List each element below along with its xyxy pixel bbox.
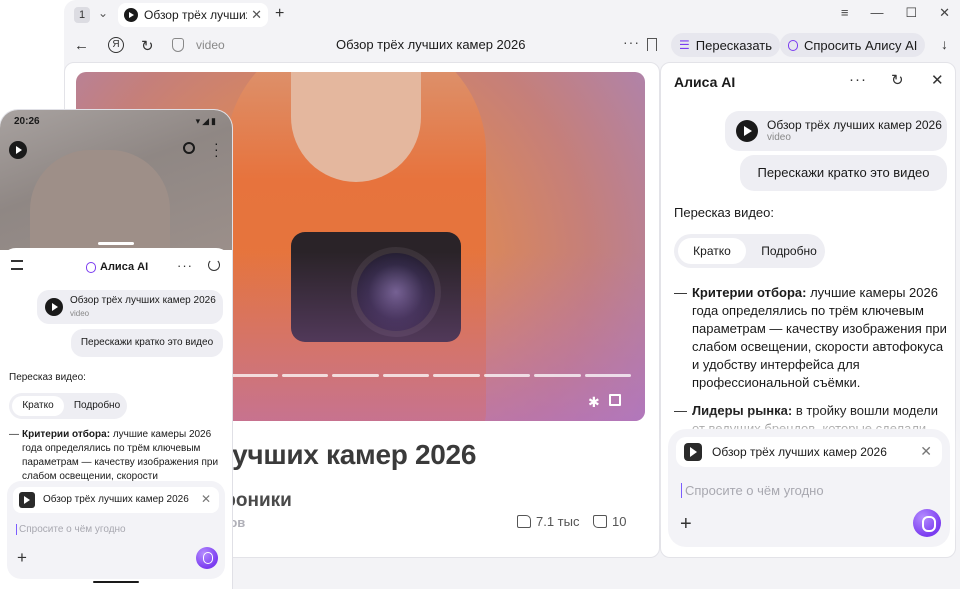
alice-icon xyxy=(788,39,798,51)
tab-detailed[interactable]: Подробно xyxy=(757,238,821,264)
retell-button[interactable]: ☰ Пересказать xyxy=(671,33,780,57)
more-icon[interactable]: ··· xyxy=(849,71,867,88)
phone-time: 20:26 xyxy=(14,116,40,127)
tab-active[interactable]: Обзор трёх лучших к ✕ xyxy=(118,3,268,27)
phone-user-message: Перескажи кратко это видео xyxy=(71,329,223,357)
phone-video[interactable] xyxy=(0,110,232,260)
alice-composer: Обзор трёх лучших камер 2026 ✕ Спросите … xyxy=(668,429,950,547)
close-window-icon[interactable]: ✕ xyxy=(939,5,950,21)
attached-video-title: Обзор трёх лучших камер 2026 xyxy=(712,445,887,459)
tab-count-badge[interactable]: 1 xyxy=(74,7,90,23)
minimize-icon[interactable]: — xyxy=(870,5,883,21)
play-icon xyxy=(684,443,702,461)
ask-alice-label: Спросить Алису AI xyxy=(804,37,918,53)
sheet-handle[interactable] xyxy=(98,242,134,245)
retell-icon: ☰ xyxy=(679,38,690,52)
yandex-icon[interactable]: Я xyxy=(108,37,124,53)
phone-home-indicator xyxy=(93,581,139,583)
tab-short[interactable]: Кратко xyxy=(12,396,64,416)
alice-panel: Алиса AI ··· ↻ ✕ Обзор трёх лучших камер… xyxy=(660,62,956,558)
address-bar: ← Я ↻ video Обзор трёх лучших камер 2026… xyxy=(64,30,960,60)
phone-summary-toggle: Кратко Подробно xyxy=(9,393,127,419)
refresh-icon[interactable]: ↻ xyxy=(891,71,904,89)
attached-video-chip[interactable]: Обзор трёх лучших камер 2026 ✕ xyxy=(13,487,219,513)
close-icon[interactable]: ✕ xyxy=(251,7,262,23)
plus-icon[interactable]: + xyxy=(680,513,692,536)
prompt-input[interactable]: Спросите о чём угодно xyxy=(681,483,824,498)
refresh-icon[interactable] xyxy=(208,259,220,271)
play-icon xyxy=(124,8,138,22)
plus-icon[interactable]: + xyxy=(17,548,27,568)
tab-bar: 1 ⌄ Обзор трёх лучших к ✕ + ≡ — ☐ ✕ xyxy=(64,0,960,30)
bookmark-icon[interactable] xyxy=(647,38,657,51)
phone-alice-title: Алиса AI xyxy=(86,261,148,273)
reload-icon[interactable]: ↻ xyxy=(141,37,154,55)
retell-label: Пересказать xyxy=(695,37,772,53)
answer-heading: Пересказ видео: xyxy=(674,205,774,220)
phone-composer: Обзор трёх лучших камер 2026 ✕ Спросите … xyxy=(7,481,225,579)
search-icon[interactable] xyxy=(183,142,195,154)
menu-icon[interactable] xyxy=(11,260,23,270)
menu-icon[interactable]: ≡ xyxy=(841,5,849,21)
ask-alice-button[interactable]: Спросить Алису AI xyxy=(780,33,926,57)
tab-title: Обзор трёх лучших к xyxy=(144,8,247,22)
user-message: Перескажи кратко это видео xyxy=(740,155,947,191)
more-icon[interactable]: ··· xyxy=(623,34,640,50)
alice-icon xyxy=(86,261,96,273)
play-icon xyxy=(19,492,35,508)
tab-detailed[interactable]: Подробно xyxy=(71,396,123,416)
video-card-sub: video xyxy=(767,132,791,143)
window-controls: ≡ — ☐ ✕ xyxy=(841,5,950,21)
more-vertical-icon[interactable]: · · · xyxy=(214,136,219,162)
phone-video-card[interactable]: Обзор трёх лучших камер 2026 video xyxy=(37,290,223,324)
chevron-down-icon[interactable]: ⌄ xyxy=(98,6,108,20)
maximize-icon[interactable]: ☐ xyxy=(905,5,917,21)
play-icon xyxy=(45,298,63,316)
alice-voice-button[interactable] xyxy=(913,509,941,537)
close-icon[interactable]: ✕ xyxy=(931,71,944,89)
attached-video-chip[interactable]: Обзор трёх лучших камер 2026 ✕ xyxy=(676,437,942,467)
url-text[interactable]: video xyxy=(196,38,225,52)
dislike-button[interactable]: 10 xyxy=(593,514,626,529)
thumb-up-icon xyxy=(517,515,531,528)
like-count: 7.1 тыс xyxy=(536,514,580,529)
summary-mode-toggle: Кратко Подробно xyxy=(674,234,825,268)
fullscreen-icon[interactable] xyxy=(609,394,621,406)
video-card-title: Обзор трёх лучших камер 2026 xyxy=(767,118,942,132)
settings-icon[interactable]: ✱ xyxy=(588,394,600,411)
close-icon[interactable]: ✕ xyxy=(920,443,932,460)
phone-summary-bullet: — Критерии отбора: лучшие камеры 2026 год… xyxy=(9,429,219,482)
shield-icon[interactable] xyxy=(172,38,184,52)
thumb-down-icon xyxy=(593,515,607,528)
alice-voice-button[interactable] xyxy=(196,547,218,569)
dislike-count: 10 xyxy=(612,514,627,529)
like-button[interactable]: 7.1 тыс xyxy=(517,514,579,529)
alice-title: Алиса AI xyxy=(674,74,736,90)
summary-bullet: — Критерии отбора: лучшие камеры 2026 год… xyxy=(674,285,947,390)
phone-prompt-input[interactable]: Спросите о чём угодно xyxy=(16,524,126,535)
phone-answer-heading: Пересказ видео: xyxy=(9,372,86,383)
page-title: Обзор трёх лучших камер 2026 xyxy=(336,37,526,52)
tab-short[interactable]: Кратко xyxy=(678,238,746,264)
phone-alice-sheet: Алиса AI ··· Обзор трёх лучших камер 202… xyxy=(0,248,232,589)
back-icon[interactable]: ← xyxy=(74,37,89,54)
close-icon[interactable]: ✕ xyxy=(201,492,211,506)
download-icon[interactable]: ↓ xyxy=(941,36,948,52)
new-tab-button[interactable]: + xyxy=(275,5,284,23)
video-progress-bar[interactable] xyxy=(231,374,631,377)
play-icon[interactable] xyxy=(9,141,27,159)
video-title: лучших камер 2026 xyxy=(215,439,477,470)
phone-status-icons: ▾◢▮ xyxy=(195,116,218,126)
more-icon[interactable]: ··· xyxy=(177,258,193,273)
phone-mockup: 20:26 ▾◢▮ · · · Алиса AI ··· Обзор трёх лу… xyxy=(0,110,232,589)
play-icon xyxy=(736,120,758,142)
video-card-message[interactable]: Обзор трёх лучших камер 2026 video xyxy=(725,111,947,151)
